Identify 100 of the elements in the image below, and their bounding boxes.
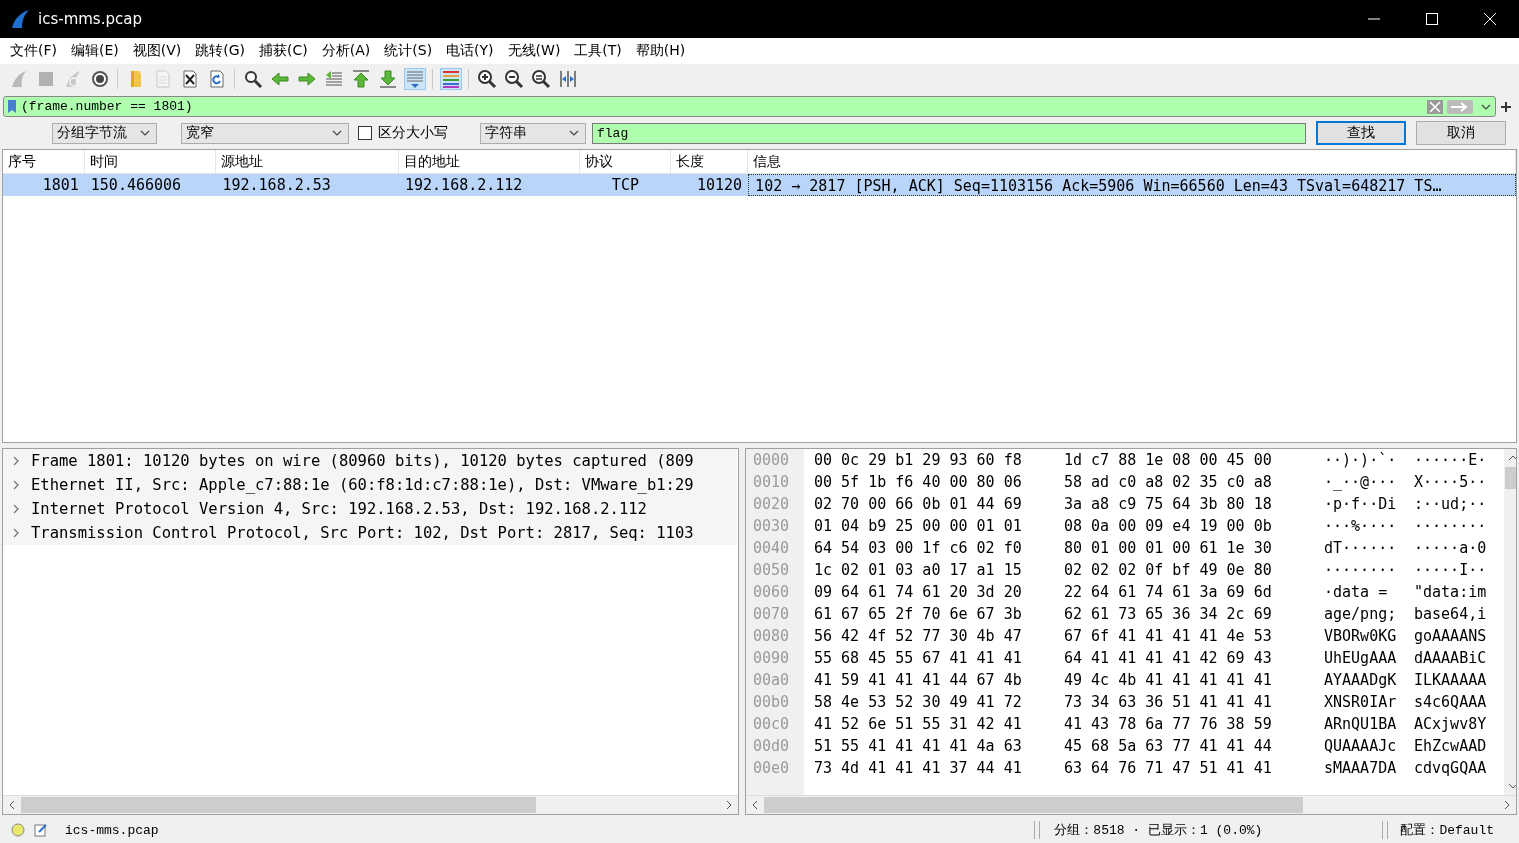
ascii-text: AYAAADgK — [1324, 670, 1398, 691]
hex-bytes: 73 4d 41 41 41 37 44 41 — [814, 758, 1023, 779]
menu-item[interactable]: 电话(Y) — [439, 42, 501, 60]
table-cell-text: 10120 — [695, 175, 744, 196]
ascii-text: QUAAAAJc — [1324, 736, 1398, 757]
menu-item[interactable]: 捕获(C) — [252, 42, 315, 60]
byte-offset: 0020 — [752, 494, 791, 515]
expand-caret-icon[interactable] — [11, 504, 21, 514]
hex-bytes: 01 04 b9 25 00 00 01 01 — [814, 516, 1023, 537]
expand-caret-icon[interactable] — [11, 456, 21, 466]
ascii-text: ARnQU1BA — [1324, 714, 1398, 735]
search-in-dropdown[interactable]: 分组字节流 — [52, 122, 157, 144]
caret-icon — [1481, 103, 1491, 110]
byte-offset: 0010 — [752, 472, 791, 493]
edit-comment-icon[interactable] — [34, 823, 48, 837]
ascii-text: VBORw0KG — [1324, 626, 1398, 647]
ascii-text: UhEUgAAA — [1324, 648, 1398, 669]
autoscroll-icon[interactable] — [403, 68, 426, 90]
column-header[interactable]: 时间 — [84, 150, 217, 173]
menu-item[interactable]: 编辑(E) — [64, 42, 126, 60]
column-header[interactable]: 序号 — [3, 150, 85, 173]
byte-offset: 00c0 — [752, 714, 791, 735]
column-header[interactable]: 长度 — [671, 150, 749, 173]
hex-bytes: 1d c7 88 1e 08 00 45 00 — [1064, 450, 1273, 471]
ascii-text: ······E· — [1414, 450, 1488, 471]
hex-bytes: 41 43 78 6a 77 76 38 59 — [1064, 714, 1273, 735]
column-header[interactable]: 信息 — [748, 150, 1516, 173]
display-filter-field[interactable]: (frame.number == 1801) — [3, 96, 1496, 117]
ascii-text: ·····a·0 — [1414, 538, 1488, 559]
app-logo-icon — [10, 9, 30, 29]
search-type-dropdown[interactable]: 字符串 — [480, 122, 586, 144]
search-field[interactable]: flag — [592, 122, 1306, 144]
ascii-text: dT······ — [1324, 538, 1398, 559]
cancel-button[interactable]: 取消 — [1416, 121, 1506, 145]
menu-item[interactable]: 视图(V) — [125, 42, 189, 60]
caret-icon — [332, 130, 342, 136]
zoom-out-icon[interactable] — [502, 68, 525, 90]
hex-bytes: 61 67 65 2f 70 6e 67 3b — [814, 604, 1023, 625]
hex-bytes: 09 64 61 74 61 20 3d 20 — [814, 582, 1023, 603]
ascii-text: goAAAANS — [1414, 626, 1488, 647]
ascii-text: s4c6QAAA — [1414, 692, 1488, 713]
expand-caret-icon[interactable] — [11, 528, 21, 538]
scrollbar-thumb[interactable] — [21, 797, 536, 813]
ascii-text: XNSR0IAr — [1324, 692, 1398, 713]
profile-label[interactable]: 配置：Default — [1400, 821, 1494, 839]
zoom-reset-icon[interactable] — [529, 68, 552, 90]
ascii-text: ·p·f··Di — [1324, 494, 1398, 515]
menu-item[interactable]: 分析(A) — [314, 42, 378, 60]
byte-offset: 0080 — [752, 626, 791, 647]
column-header[interactable]: 源地址 — [216, 150, 399, 173]
hex-bytes: 3a a8 c9 75 64 3b 80 18 — [1064, 494, 1273, 515]
clear-icon[interactable] — [1427, 99, 1443, 114]
expand-caret-icon[interactable] — [11, 480, 21, 490]
hex-bytes: 00 5f 1b f6 40 00 80 06 — [814, 472, 1023, 493]
byte-offset: 0090 — [752, 648, 791, 669]
checkbox-label: 区分大小写 — [378, 124, 448, 142]
byte-offset: 00d0 — [752, 736, 791, 757]
charset-dropdown[interactable]: 宽窄 — [181, 122, 349, 144]
column-header[interactable]: 协议 — [579, 150, 672, 173]
hex-bytes: 41 52 6e 51 55 31 42 41 — [814, 714, 1023, 735]
find-button[interactable]: 查找 — [1316, 121, 1406, 145]
table-cell-text: 150.466006 — [89, 175, 183, 196]
packet-count: 分组：8518 · 已显示：1 (0.0%) — [1054, 822, 1263, 839]
checkbox[interactable] — [358, 126, 372, 140]
table-cell-text: 192.168.2.53 — [221, 175, 332, 196]
packet-row[interactable]: 1801 150.466006 192.168.2.53 192.168.2.112 TCP 10120 102 → 2817 [PSH, ACK] Seq=1103156 Ack=5906 Win=66560 Len=43 TSval=648217 TS… — [3, 174, 1516, 196]
byte-offset: 00b0 — [752, 692, 791, 713]
striped-lines-icon[interactable] — [439, 68, 462, 90]
hex-bytes: 02 02 02 0f bf 49 0e 80 — [1064, 560, 1273, 581]
zoom-in-icon[interactable] — [475, 68, 498, 90]
ascii-text: base64,i — [1414, 604, 1488, 625]
hex-bytes: 45 68 5a 63 77 41 41 44 — [1064, 736, 1273, 757]
ascii-text: ILKAAAAA — [1414, 670, 1488, 691]
menu-item[interactable]: 跳转(G) — [188, 42, 253, 60]
column-header[interactable]: 目的地址 — [398, 150, 580, 173]
byte-offset: 00e0 — [752, 758, 791, 779]
table-cell-text: 192.168.2.112 — [404, 175, 524, 196]
ascii-text: X····5·· — [1414, 472, 1488, 493]
ascii-text: ·data = — [1324, 582, 1389, 603]
hex-bytes: 63 64 76 71 47 51 41 41 — [1064, 758, 1273, 779]
ascii-text: ·_··@··· — [1324, 472, 1398, 493]
hex-bytes: 02 70 00 66 0b 01 44 69 — [814, 494, 1023, 515]
hex-bytes: 55 68 45 55 67 41 41 41 — [814, 648, 1023, 669]
file-name: ics-mms.pcap — [65, 822, 160, 838]
ascii-text: dAAAABiC — [1414, 648, 1488, 669]
ascii-text: ··)·)·`· — [1324, 450, 1398, 471]
hex-bytes: 80 01 00 01 00 61 1e 30 — [1064, 538, 1273, 559]
hex-bytes: 1c 02 01 03 a0 17 a1 15 — [814, 560, 1023, 581]
hex-bytes: 64 54 03 00 1f c6 02 f0 — [814, 538, 1023, 559]
hex-bytes: 00 0c 29 b1 29 93 60 f8 — [814, 450, 1023, 471]
bookmark-icon[interactable] — [7, 99, 17, 114]
menu-item[interactable]: 无线(W) — [500, 42, 568, 60]
menu-item[interactable]: 统计(S) — [377, 42, 440, 60]
scrollbar-thumb[interactable] — [764, 797, 1303, 813]
caret-icon — [569, 130, 579, 136]
ascii-text: ···%···· — [1324, 516, 1398, 537]
menu-item[interactable]: 帮助(H) — [628, 42, 693, 60]
hex-bytes: 08 0a 00 09 e4 19 00 0b — [1064, 516, 1273, 537]
menu-item[interactable]: 文件(F) — [3, 42, 64, 60]
menu-item[interactable]: 工具(T) — [567, 42, 629, 60]
